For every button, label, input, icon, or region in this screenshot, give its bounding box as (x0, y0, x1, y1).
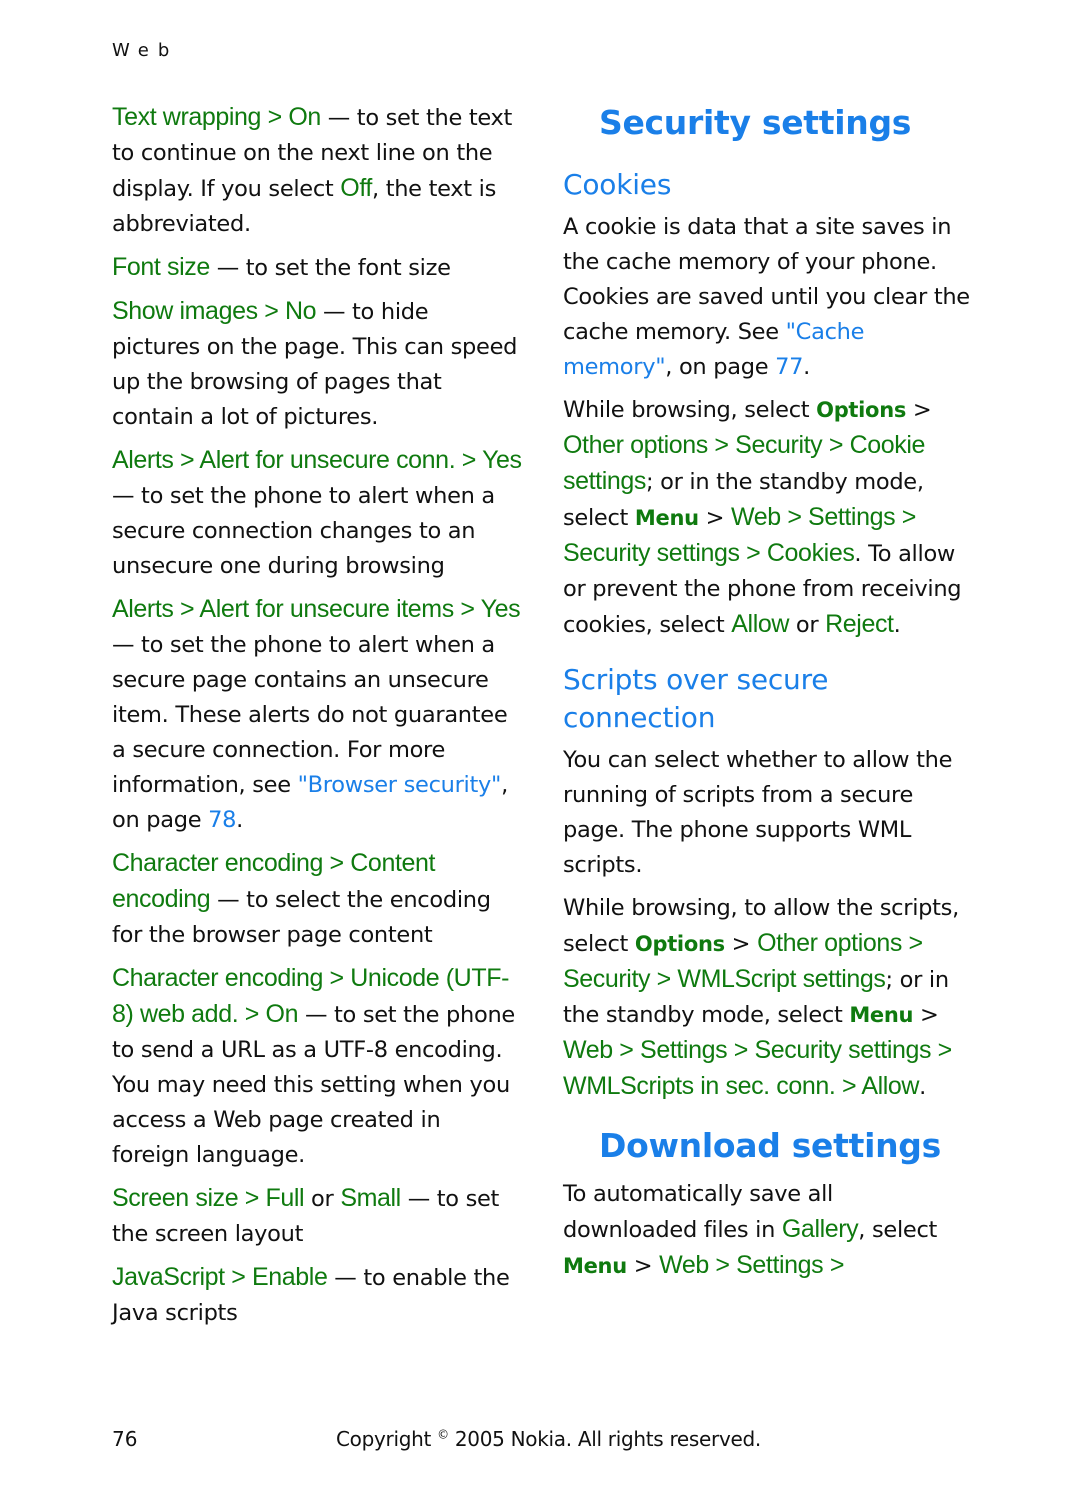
scripts-instructions: While browsing, to allow the scripts, se… (563, 891, 973, 1105)
body-text: You can select whether to allow the runn… (563, 747, 953, 878)
setting-item: JavaScript > Enable — to enable the Java… (112, 1260, 522, 1331)
download-settings-heading: Download settings (599, 1126, 941, 1165)
setting-item: Text wrapping > On — to set the text to … (112, 100, 522, 242)
setting-item: Show images > No — to hide pictures on t… (112, 294, 522, 435)
menu-path: Small (340, 1184, 401, 1212)
cookies-description: A cookie is data that a site saves in th… (563, 210, 973, 385)
body-text: > (698, 505, 732, 531)
menu-path: Font size (112, 253, 210, 281)
body-text: . (919, 1074, 926, 1100)
body-text: — to set the phone to alert when a secur… (112, 483, 495, 579)
body-text: . (893, 612, 901, 638)
setting-item: Font size — to set the font size (112, 250, 522, 286)
menu-path: Alerts > Alert for unsecure items > Yes (112, 595, 521, 623)
menu-path: Allow (731, 610, 790, 638)
menu-path: Alerts > Alert for unsecure conn. > Yes (112, 446, 522, 474)
body-text: > (906, 397, 932, 423)
copyright-notice: Copyright © 2005 Nokia. All rights reser… (336, 1427, 761, 1451)
menu-path: Off (340, 174, 372, 202)
body-text: or (789, 612, 826, 638)
menu-path: Menu (563, 1254, 627, 1278)
menu-path: Web > Settings > (659, 1251, 845, 1279)
settings-list: Text wrapping > On — to set the text to … (112, 100, 522, 1331)
right-column: Security settings Cookies A cookie is da… (563, 100, 973, 1292)
copyright-symbol: © (437, 1427, 449, 1442)
body-text: While browsing, select (563, 397, 817, 423)
menu-path: JavaScript > Enable (112, 1263, 328, 1291)
menu-path: Text wrapping > On (112, 103, 321, 131)
menu-path: Web > Settings > Security settings > WML… (563, 1036, 952, 1100)
setting-item: Alerts > Alert for unsecure items > Yes … (112, 592, 522, 838)
body-text: > (724, 931, 758, 957)
download-instructions: To automatically save all downloaded fil… (563, 1177, 973, 1284)
setting-item: Character encoding > Unicode (UTF-8) web… (112, 961, 522, 1173)
cookies-heading: Cookies (563, 168, 672, 201)
body-text: — to set the font size (209, 255, 451, 281)
menu-path: Menu (634, 506, 699, 530)
menu-path: Options (634, 932, 725, 956)
body-text: , on page (665, 354, 776, 380)
running-head: Web (112, 40, 179, 61)
body-text: , select (858, 1217, 938, 1243)
menu-path: Menu (849, 1003, 914, 1027)
cross-reference-link[interactable]: 78 (208, 807, 236, 833)
menu-path: Show images > No (112, 297, 317, 325)
cross-reference-link[interactable]: "Browser security" (298, 772, 502, 798)
body-text: > (626, 1253, 660, 1279)
setting-item: Alerts > Alert for unsecure conn. > Yes … (112, 443, 522, 584)
setting-item: Screen size > Full or Small — to set the… (112, 1181, 522, 1252)
body-text: > (913, 1002, 939, 1028)
cookies-instructions: While browsing, select Options > Other o… (563, 393, 973, 643)
page-number: 76 (112, 1427, 138, 1451)
body-text: . (803, 354, 810, 380)
copyright-suffix: 2005 Nokia. All rights reserved. (448, 1427, 761, 1451)
body-text: A cookie is data that a site saves in th… (563, 214, 970, 345)
copyright-prefix: Copyright (336, 1427, 438, 1451)
scripts-description: You can select whether to allow the runn… (563, 743, 973, 883)
left-column: Text wrapping > On — to set the text to … (112, 100, 522, 1339)
menu-path: Gallery (781, 1215, 859, 1243)
body-text: or (304, 1186, 341, 1212)
menu-path: Options (816, 398, 907, 422)
menu-path: Screen size > Full (112, 1184, 305, 1212)
security-settings-heading: Security settings (599, 103, 912, 142)
setting-item: Character encoding > Content encoding — … (112, 846, 522, 953)
menu-path: Reject (825, 610, 894, 638)
body-text: . (236, 807, 244, 833)
scripts-heading: Scripts over secure connection (563, 663, 829, 734)
cross-reference-link[interactable]: 77 (775, 354, 803, 380)
